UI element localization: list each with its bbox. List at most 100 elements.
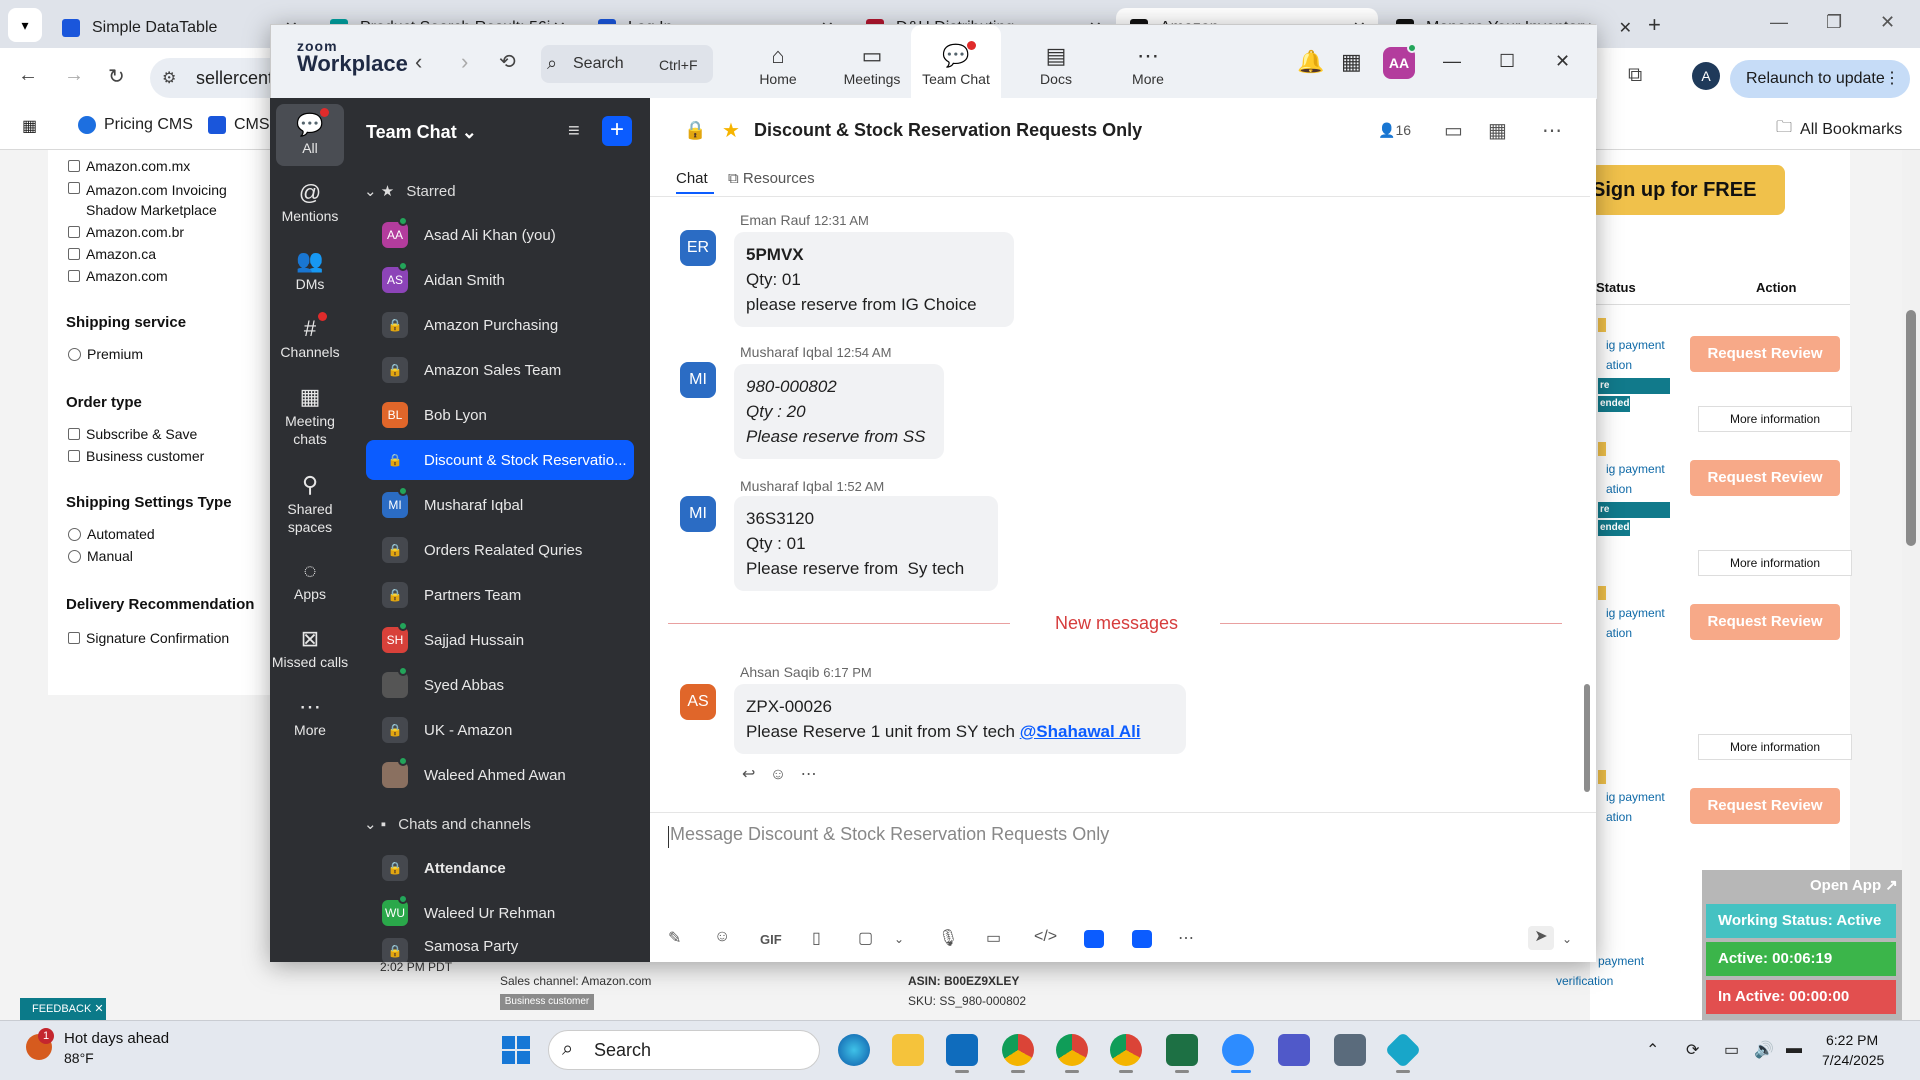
message-bubble[interactable]: 36S3120 Qty : 01 Please reserve from Sy … <box>734 496 998 591</box>
microphone-icon[interactable]: 🎙 <box>938 928 958 948</box>
tab-search-button[interactable]: ▾ <box>8 8 42 42</box>
file-explorer-icon[interactable] <box>892 1034 924 1066</box>
send-icon[interactable]: ➤ <box>1528 926 1554 950</box>
status-text[interactable]: ig payment <box>1606 606 1665 620</box>
teams-icon[interactable] <box>1278 1034 1310 1066</box>
members-count[interactable]: 👤16 <box>1378 122 1411 139</box>
chat-item-samosa-party[interactable]: 🔒 Samosa Party <box>366 938 634 962</box>
chrome-profile-icon[interactable] <box>1110 1034 1142 1066</box>
screenshot-icon[interactable]: ▢ <box>858 928 873 948</box>
close-window-icon[interactable]: ✕ <box>1880 12 1895 33</box>
tab-home[interactable]: ⌂ Home <box>733 25 823 99</box>
clock-time[interactable]: 6:22 PM <box>1826 1032 1878 1048</box>
message-author[interactable]: Eman Rauf <box>740 212 810 228</box>
request-review-button[interactable]: Request Review <box>1690 460 1840 496</box>
marketplace-checkbox[interactable]: Amazon.ca <box>68 246 156 262</box>
rail-channels[interactable]: # Channels <box>270 314 350 360</box>
code-icon[interactable]: </> <box>1034 928 1057 946</box>
maximize-icon[interactable]: ☐ <box>1499 51 1515 72</box>
calendar-icon[interactable]: ▦ <box>1488 118 1507 143</box>
more-information-button[interactable]: More information <box>1698 406 1852 432</box>
zoom-icon[interactable] <box>1222 1034 1254 1066</box>
app-shortcut-icon[interactable] <box>1084 930 1104 948</box>
calculator-icon[interactable] <box>1334 1034 1366 1066</box>
tab-resources[interactable]: ⧉ Resources <box>728 170 815 187</box>
shipping-settings-radio[interactable]: Manual <box>68 548 133 564</box>
delivery-checkbox[interactable]: Signature Confirmation <box>68 630 229 646</box>
volume-icon[interactable]: 🔊 <box>1754 1040 1774 1060</box>
more-information-button[interactable]: More information <box>1698 734 1852 760</box>
chrome-profile-icon[interactable] <box>1056 1034 1088 1066</box>
weather-title[interactable]: Hot days ahead <box>64 1030 169 1047</box>
rail-mentions[interactable]: @ Mentions <box>270 178 350 224</box>
chevron-down-icon[interactable]: ⌄ <box>894 932 904 946</box>
order-type-checkbox[interactable]: Business customer <box>68 448 204 464</box>
video-call-icon[interactable]: ▭ <box>1444 118 1463 143</box>
status-text[interactable]: payment <box>1598 954 1644 968</box>
chat-item-uk-amazon[interactable]: 🔒 UK - Amazon <box>366 710 634 750</box>
request-review-button[interactable]: Request Review <box>1690 336 1840 372</box>
display-icon[interactable]: ▭ <box>1724 1040 1739 1060</box>
signup-button[interactable]: Sign up for FREE <box>1590 165 1785 215</box>
request-review-button[interactable]: Request Review <box>1690 788 1840 824</box>
outlook-icon[interactable] <box>946 1034 978 1066</box>
bookmark-pricing-cms[interactable]: Pricing CMS <box>78 116 193 134</box>
bookmark-cms[interactable]: CMS <box>208 116 270 134</box>
site-info-icon[interactable]: ⚙ <box>162 68 176 88</box>
back-icon[interactable]: ‹ <box>415 49 422 75</box>
filter-icon[interactable]: ≡ <box>568 120 580 143</box>
status-text[interactable]: ation <box>1606 626 1632 640</box>
apps-grid-icon[interactable]: ▦ <box>22 116 37 136</box>
close-tab-icon[interactable]: ✕ <box>1619 18 1632 38</box>
reply-icon[interactable]: ↩ <box>742 766 755 783</box>
avatar[interactable]: MI <box>680 496 716 532</box>
message-bubble[interactable]: 980-000802 Qty : 20 Please reserve from … <box>734 364 944 459</box>
starred-section[interactable]: ⌄ ★ Starred <box>364 182 456 200</box>
avatar[interactable]: ER <box>680 230 716 266</box>
feedback-button[interactable]: FEEDBACK ✕ <box>20 998 106 1020</box>
rail-missed-calls[interactable]: ⊠ Missed calls <box>270 624 350 670</box>
chat-item-partners-team[interactable]: 🔒 Partners Team <box>366 575 634 615</box>
rail-meeting-chats[interactable]: ▦ Meeting chats <box>270 382 350 448</box>
start-button[interactable] <box>502 1036 532 1066</box>
status-text[interactable]: ation <box>1606 358 1632 372</box>
status-text[interactable]: ig payment <box>1606 462 1665 476</box>
message-author[interactable]: Ahsan Saqib <box>740 664 819 680</box>
rail-all[interactable]: 💬 All <box>276 104 344 166</box>
rail-apps[interactable]: ◌ Apps <box>270 556 350 602</box>
close-icon[interactable]: ✕ <box>94 1003 103 1015</box>
status-text[interactable]: verification <box>1556 974 1613 988</box>
status-text[interactable]: ig payment <box>1606 338 1665 352</box>
forward-icon[interactable]: → <box>64 64 84 87</box>
emoji-icon[interactable]: ☺ <box>714 928 730 946</box>
url-text[interactable]: sellercent <box>196 68 273 89</box>
marketplace-checkbox[interactable]: Amazon.com Invoicing Shadow Marketplace <box>68 180 278 220</box>
tab-more[interactable]: ⋯ More <box>1103 25 1193 99</box>
calendar-icon[interactable]: ▦ <box>1341 49 1362 75</box>
more-icon[interactable]: ⋯ <box>801 766 817 783</box>
avatar[interactable]: MI <box>680 362 716 398</box>
chat-item-discount-stock[interactable]: 🔒 Discount & Stock Reservatio... <box>366 440 634 480</box>
chat-item-attendance[interactable]: 🔒 Attendance <box>366 848 634 888</box>
more-tools-icon[interactable]: ⋯ <box>1178 928 1194 948</box>
chrome-icon[interactable] <box>1002 1034 1034 1066</box>
message-input[interactable]: Message Discount & Stock Reservation Req… <box>670 824 1109 845</box>
avatar[interactable]: AS <box>680 684 716 720</box>
emoji-react-icon[interactable]: ☺ <box>770 766 786 783</box>
status-text[interactable]: ig payment <box>1606 790 1665 804</box>
chevron-down-icon[interactable]: ⌄ <box>1562 932 1572 946</box>
clock-date[interactable]: 7/24/2025 <box>1822 1052 1884 1068</box>
tray-chevron-icon[interactable]: ⌃ <box>1646 1040 1659 1060</box>
shipping-service-radio[interactable]: Premium <box>68 346 143 362</box>
video-message-icon[interactable]: ▭ <box>986 928 1001 948</box>
request-review-button[interactable]: Request Review <box>1690 604 1840 640</box>
close-icon[interactable]: ✕ <box>1555 51 1570 72</box>
tab-docs[interactable]: ▤ Docs <box>1011 25 1101 99</box>
back-icon[interactable]: ← <box>18 64 38 87</box>
relaunch-button[interactable]: Relaunch to update ⋮ <box>1730 60 1910 98</box>
bell-icon[interactable]: 🔔 <box>1297 49 1324 75</box>
app-shortcut-icon[interactable] <box>1132 930 1152 948</box>
excel-icon[interactable] <box>1166 1034 1198 1066</box>
chats-channels-section[interactable]: ⌄ ▪ Chats and channels <box>364 815 531 833</box>
open-app-button[interactable]: Open App ↗ <box>1810 876 1898 894</box>
